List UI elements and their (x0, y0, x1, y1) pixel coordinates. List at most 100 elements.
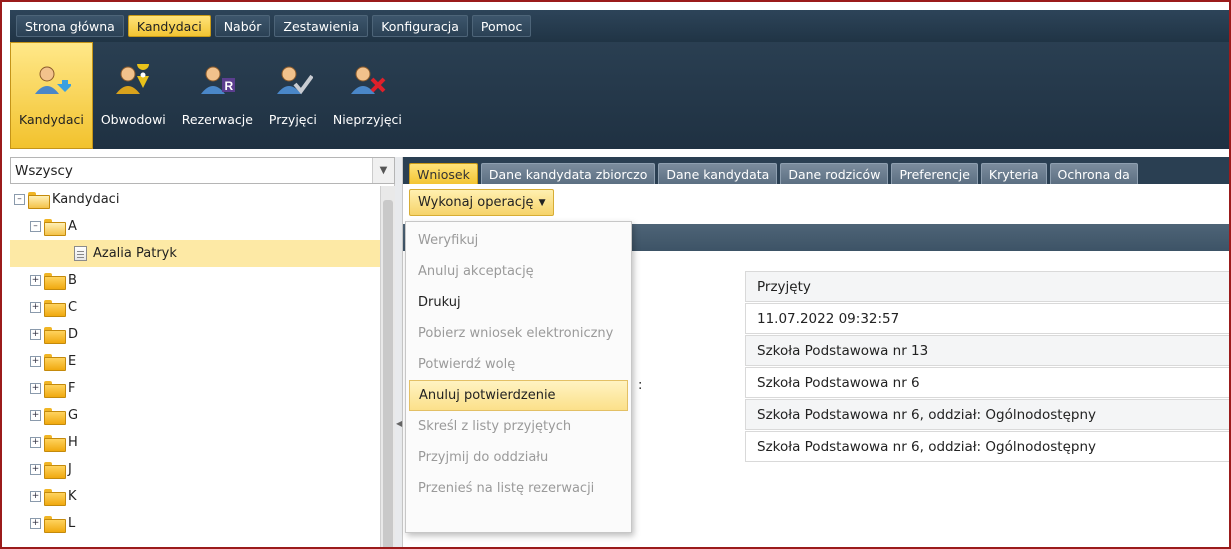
scrollbar-thumb[interactable] (383, 200, 393, 547)
menu-item-confirm-will[interactable]: Potwierdź wolę (409, 349, 628, 380)
tree-group-label: J (68, 462, 72, 477)
field-label-fragment: : (638, 378, 643, 393)
candidate-tree: – Kandydaci – A Azalia Patryk + B + C + D +… (10, 186, 380, 547)
tree-group-label: D (68, 327, 79, 342)
tree-scrollbar[interactable] (380, 186, 395, 547)
menu-item-move-to-reservation[interactable]: Przenieś na listę rezerwacji (409, 473, 628, 504)
toolbar-button-candidates[interactable]: Kandydaci (10, 42, 93, 149)
folder-icon (44, 516, 66, 533)
expand-icon[interactable]: + (30, 275, 41, 286)
menu-tab-reports[interactable]: Zestawienia (274, 15, 369, 37)
menu-item-download-application[interactable]: Pobierz wniosek elektroniczny (409, 318, 628, 349)
tree-item-selected[interactable]: Azalia Patryk (10, 240, 380, 267)
detail-value-status: Przyjęty (745, 271, 1229, 302)
folder-icon (44, 408, 66, 425)
person-red-x-icon (347, 64, 387, 102)
perform-operation-button[interactable]: Wykonaj operację ▼ (409, 189, 555, 216)
detail-value-class: Szkoła Podstawowa nr 6, oddział: Ogólnod… (745, 399, 1229, 430)
toolbar-button-district[interactable]: Obwodowi (93, 42, 174, 149)
tree-group[interactable]: + H (10, 429, 380, 456)
tab-criteria[interactable]: Kryteria (980, 163, 1047, 184)
tree-group-label: F (68, 381, 76, 396)
collapse-icon[interactable]: – (14, 194, 25, 205)
tree-group[interactable]: + D (10, 321, 380, 348)
app-window: Strona główna Kandydaci Nabór Zestawieni… (0, 0, 1231, 549)
expand-icon[interactable]: + (30, 356, 41, 367)
toolbar-button-label: Przyjęci (268, 112, 317, 127)
expand-icon[interactable]: + (30, 302, 41, 313)
folder-icon (44, 273, 66, 290)
candidate-filter-select[interactable]: Wszyscy ▼ (10, 157, 395, 184)
person-checkmark-icon (273, 64, 314, 102)
toolbar-button-label: Obwodowi (100, 112, 166, 127)
collapse-left-icon[interactable]: ◀ (396, 419, 402, 428)
tab-preferences[interactable]: Preferencje (891, 163, 978, 184)
toolbar-button-accepted[interactable]: Przyjęci (261, 42, 325, 149)
tab-parents-data[interactable]: Dane rodziców (780, 163, 889, 184)
detail-value-school: Szkoła Podstawowa nr 13 (745, 335, 1229, 366)
folder-icon (44, 327, 66, 344)
tab-candidate-data[interactable]: Dane kandydata (658, 163, 778, 184)
tree-group[interactable]: + G (10, 402, 380, 429)
tree-group[interactable]: + E (10, 348, 380, 375)
tree-group[interactable]: + F (10, 375, 380, 402)
expand-icon[interactable]: + (30, 464, 41, 475)
tree-group-label: G (68, 408, 79, 423)
toolbar-button-reservations[interactable]: R Rezerwacje (174, 42, 261, 149)
tree-group[interactable]: + C (10, 294, 380, 321)
menu-item-cancel-confirmation[interactable]: Anuluj potwierdzenie (409, 380, 628, 411)
tree-group-label: H (68, 435, 78, 450)
tree-group-label: C (68, 300, 78, 315)
person-r-badge-icon: R (197, 64, 237, 102)
tree-group-label: B (68, 273, 77, 288)
menu-tab-help[interactable]: Pomoc (471, 15, 532, 37)
menu-item-print[interactable]: Drukuj (409, 287, 628, 318)
tab-candidate-summary[interactable]: Dane kandydata zbiorczo (480, 163, 656, 184)
expand-icon[interactable]: + (30, 518, 41, 529)
menu-item-remove-from-accepted[interactable]: Skreśl z listy przyjętych (409, 411, 628, 442)
toolbar-button-not-accepted[interactable]: Nieprzyjęci (325, 42, 410, 149)
tree-group[interactable]: + L (10, 510, 380, 537)
tree-root[interactable]: – Kandydaci (10, 186, 380, 213)
menu-tab-candidates[interactable]: Kandydaci (127, 15, 211, 37)
svg-text:R: R (225, 79, 234, 93)
menu-tab-recruitment[interactable]: Nabór (214, 15, 271, 37)
chevron-down-icon[interactable]: ▼ (372, 158, 394, 183)
operation-menu: Weryfikuj Anuluj akceptację Drukuj Pobie… (405, 221, 632, 533)
folder-open-icon (28, 192, 50, 209)
tab-data-protection[interactable]: Ochrona da (1049, 163, 1138, 184)
tree-item-label: Azalia Patryk (93, 246, 177, 261)
tree-group[interactable]: + J (10, 456, 380, 483)
toolbar-button-label: Rezerwacje (181, 112, 253, 127)
tree-group[interactable]: + K (10, 483, 380, 510)
expand-icon[interactable]: + (30, 383, 41, 394)
folder-icon (44, 462, 66, 479)
menu-item-admit-to-class[interactable]: Przyjmij do oddziału (409, 442, 628, 473)
folder-icon (44, 354, 66, 371)
tree-group-a[interactable]: – A (10, 213, 380, 240)
caret-down-icon: ▼ (538, 197, 546, 208)
toolbar-button-label: Kandydaci (19, 112, 84, 127)
panel-splitter[interactable]: ◀ (395, 157, 403, 547)
person-up-arrow-icon (31, 64, 74, 102)
detail-value-class: Szkoła Podstawowa nr 6, oddział: Ogólnod… (745, 431, 1229, 462)
ribbon-toolbar: Kandydaci Obwodowi R Rezerwacje Przyjęci… (10, 42, 1229, 149)
expand-icon[interactable]: + (30, 491, 41, 502)
folder-open-icon (44, 219, 66, 236)
menu-tab-home[interactable]: Strona główna (16, 15, 124, 37)
detail-tabs: Wniosek Dane kandydata zbiorczo Dane kan… (403, 157, 1229, 184)
expand-icon[interactable]: + (30, 329, 41, 340)
tree-group-label: L (68, 516, 76, 531)
expand-icon[interactable]: + (30, 437, 41, 448)
tree-group[interactable]: + B (10, 267, 380, 294)
perform-operation-label: Wykonaj operację (418, 195, 534, 210)
menu-item-verify[interactable]: Weryfikuj (409, 225, 628, 256)
expand-icon[interactable]: + (30, 410, 41, 421)
menu-item-cancel-acceptance[interactable]: Anuluj akceptację (409, 256, 628, 287)
menu-tab-configuration[interactable]: Konfiguracja (372, 15, 468, 37)
tree-group-label: A (68, 219, 77, 234)
folder-icon (44, 300, 66, 317)
tab-application[interactable]: Wniosek (409, 163, 478, 184)
collapse-icon[interactable]: – (30, 221, 41, 232)
tree-root-label: Kandydaci (52, 192, 120, 207)
